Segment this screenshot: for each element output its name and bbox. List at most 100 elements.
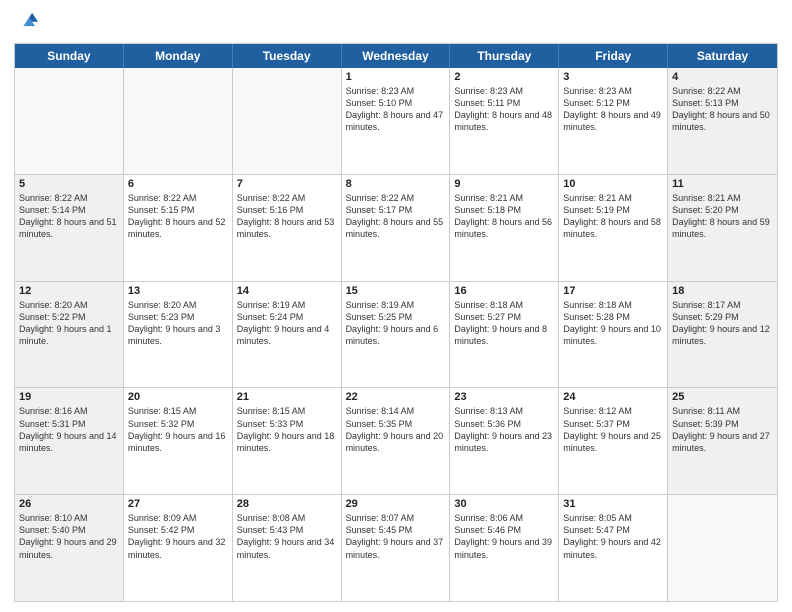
cell-text: Sunrise: 8:10 AM Sunset: 5:40 PM Dayligh… xyxy=(19,512,119,561)
calendar-row: 19 Sunrise: 8:16 AM Sunset: 5:31 PM Dayli… xyxy=(15,387,777,494)
cell-text: Sunrise: 8:21 AM Sunset: 5:19 PM Dayligh… xyxy=(563,192,663,241)
day-number: 3 xyxy=(563,71,663,83)
cell-text: Sunrise: 8:21 AM Sunset: 5:18 PM Dayligh… xyxy=(454,192,554,241)
calendar-cell: 30 Sunrise: 8:06 AM Sunset: 5:46 PM Dayli… xyxy=(450,495,559,601)
cell-text: Sunrise: 8:18 AM Sunset: 5:28 PM Dayligh… xyxy=(563,299,663,348)
cell-text: Sunrise: 8:23 AM Sunset: 5:11 PM Dayligh… xyxy=(454,85,554,134)
cell-text: Sunrise: 8:15 AM Sunset: 5:32 PM Dayligh… xyxy=(128,405,228,454)
cell-text: Sunrise: 8:21 AM Sunset: 5:20 PM Dayligh… xyxy=(672,192,773,241)
calendar-cell: 15 Sunrise: 8:19 AM Sunset: 5:25 PM Dayli… xyxy=(342,282,451,388)
calendar-cell: 21 Sunrise: 8:15 AM Sunset: 5:33 PM Dayli… xyxy=(233,388,342,494)
cell-text: Sunrise: 8:07 AM Sunset: 5:45 PM Dayligh… xyxy=(346,512,446,561)
calendar-cell: 27Sunrise: 8:09 AM Sunset: 5:42 PM Dayli… xyxy=(124,495,233,601)
cell-text: Sunrise: 8:08 AM Sunset: 5:43 PM Dayligh… xyxy=(237,512,337,561)
day-number: 12 xyxy=(19,285,119,297)
day-number: 30 xyxy=(454,498,554,510)
cell-text: Sunrise: 8:23 AM Sunset: 5:10 PM Dayligh… xyxy=(346,85,446,134)
day-number: 1 xyxy=(346,71,446,83)
cell-text: Sunrise: 8:20 AM Sunset: 5:23 PM Dayligh… xyxy=(128,299,228,348)
calendar-cell: 16Sunrise: 8:18 AM Sunset: 5:27 PM Dayli… xyxy=(450,282,559,388)
calendar-cell: 18 Sunrise: 8:17 AM Sunset: 5:29 PM Dayli… xyxy=(668,282,777,388)
logo-icon xyxy=(16,10,38,32)
calendar-cell xyxy=(668,495,777,601)
day-number: 7 xyxy=(237,178,337,190)
day-number: 23 xyxy=(454,391,554,403)
calendar-cell: 26 Sunrise: 8:10 AM Sunset: 5:40 PM Dayli… xyxy=(15,495,124,601)
day-number: 24 xyxy=(563,391,663,403)
calendar-cell: 29Sunrise: 8:07 AM Sunset: 5:45 PM Dayli… xyxy=(342,495,451,601)
day-number: 19 xyxy=(19,391,119,403)
day-number: 21 xyxy=(237,391,337,403)
calendar-cell: 13 Sunrise: 8:20 AM Sunset: 5:23 PM Dayli… xyxy=(124,282,233,388)
cell-text: Sunrise: 8:05 AM Sunset: 5:47 PM Dayligh… xyxy=(563,512,663,561)
weekday-header: Friday xyxy=(559,44,668,68)
day-number: 25 xyxy=(672,391,773,403)
cell-text: Sunrise: 8:22 AM Sunset: 5:13 PM Dayligh… xyxy=(672,85,773,134)
calendar: SundayMondayTuesdayWednesdayThursdayFrid… xyxy=(14,43,778,602)
calendar-cell: 10Sunrise: 8:21 AM Sunset: 5:19 PM Dayli… xyxy=(559,175,668,281)
day-number: 5 xyxy=(19,178,119,190)
calendar-cell: 7Sunrise: 8:22 AM Sunset: 5:16 PM Daylig… xyxy=(233,175,342,281)
cell-text: Sunrise: 8:09 AM Sunset: 5:42 PM Dayligh… xyxy=(128,512,228,561)
weekday-header: Monday xyxy=(124,44,233,68)
calendar-row: 1 Sunrise: 8:23 AM Sunset: 5:10 PM Daylig… xyxy=(15,68,777,174)
cell-text: Sunrise: 8:15 AM Sunset: 5:33 PM Dayligh… xyxy=(237,405,337,454)
calendar-cell: 25 Sunrise: 8:11 AM Sunset: 5:39 PM Dayli… xyxy=(668,388,777,494)
cell-text: Sunrise: 8:22 AM Sunset: 5:17 PM Dayligh… xyxy=(346,192,446,241)
cell-text: Sunrise: 8:06 AM Sunset: 5:46 PM Dayligh… xyxy=(454,512,554,561)
cell-text: Sunrise: 8:18 AM Sunset: 5:27 PM Dayligh… xyxy=(454,299,554,348)
day-number: 9 xyxy=(454,178,554,190)
day-number: 2 xyxy=(454,71,554,83)
cell-text: Sunrise: 8:23 AM Sunset: 5:12 PM Dayligh… xyxy=(563,85,663,134)
day-number: 6 xyxy=(128,178,228,190)
cell-text: Sunrise: 8:13 AM Sunset: 5:36 PM Dayligh… xyxy=(454,405,554,454)
cell-text: Sunrise: 8:17 AM Sunset: 5:29 PM Dayligh… xyxy=(672,299,773,348)
calendar-cell: 17 Sunrise: 8:18 AM Sunset: 5:28 PM Dayli… xyxy=(559,282,668,388)
calendar-cell: 4 Sunrise: 8:22 AM Sunset: 5:13 PM Daylig… xyxy=(668,68,777,174)
day-number: 15 xyxy=(346,285,446,297)
cell-text: Sunrise: 8:14 AM Sunset: 5:35 PM Dayligh… xyxy=(346,405,446,454)
calendar-cell: 19 Sunrise: 8:16 AM Sunset: 5:31 PM Dayli… xyxy=(15,388,124,494)
cell-text: Sunrise: 8:19 AM Sunset: 5:24 PM Dayligh… xyxy=(237,299,337,348)
weekday-header: Wednesday xyxy=(342,44,451,68)
calendar-cell: 12 Sunrise: 8:20 AM Sunset: 5:22 PM Dayli… xyxy=(15,282,124,388)
calendar-cell: 20Sunrise: 8:15 AM Sunset: 5:32 PM Dayli… xyxy=(124,388,233,494)
page: SundayMondayTuesdayWednesdayThursdayFrid… xyxy=(0,0,792,612)
calendar-cell: 8 Sunrise: 8:22 AM Sunset: 5:17 PM Daylig… xyxy=(342,175,451,281)
calendar-cell xyxy=(124,68,233,174)
cell-text: Sunrise: 8:20 AM Sunset: 5:22 PM Dayligh… xyxy=(19,299,119,348)
header xyxy=(14,10,778,37)
weekday-header: Tuesday xyxy=(233,44,342,68)
calendar-cell: 5Sunrise: 8:22 AM Sunset: 5:14 PM Daylig… xyxy=(15,175,124,281)
calendar-cell: 3 Sunrise: 8:23 AM Sunset: 5:12 PM Daylig… xyxy=(559,68,668,174)
calendar-row: 12 Sunrise: 8:20 AM Sunset: 5:22 PM Dayli… xyxy=(15,281,777,388)
weekday-header: Sunday xyxy=(15,44,124,68)
calendar-cell: 6 Sunrise: 8:22 AM Sunset: 5:15 PM Daylig… xyxy=(124,175,233,281)
cell-text: Sunrise: 8:16 AM Sunset: 5:31 PM Dayligh… xyxy=(19,405,119,454)
calendar-cell: 1 Sunrise: 8:23 AM Sunset: 5:10 PM Daylig… xyxy=(342,68,451,174)
day-number: 8 xyxy=(346,178,446,190)
calendar-cell: 31 Sunrise: 8:05 AM Sunset: 5:47 PM Dayli… xyxy=(559,495,668,601)
day-number: 28 xyxy=(237,498,337,510)
logo xyxy=(14,10,40,37)
cell-text: Sunrise: 8:12 AM Sunset: 5:37 PM Dayligh… xyxy=(563,405,663,454)
calendar-cell: 22Sunrise: 8:14 AM Sunset: 5:35 PM Dayli… xyxy=(342,388,451,494)
calendar-header: SundayMondayTuesdayWednesdayThursdayFrid… xyxy=(15,44,777,68)
day-number: 4 xyxy=(672,71,773,83)
cell-text: Sunrise: 8:19 AM Sunset: 5:25 PM Dayligh… xyxy=(346,299,446,348)
cell-text: Sunrise: 8:11 AM Sunset: 5:39 PM Dayligh… xyxy=(672,405,773,454)
day-number: 18 xyxy=(672,285,773,297)
calendar-cell: 11 Sunrise: 8:21 AM Sunset: 5:20 PM Dayli… xyxy=(668,175,777,281)
cell-text: Sunrise: 8:22 AM Sunset: 5:15 PM Dayligh… xyxy=(128,192,228,241)
day-number: 26 xyxy=(19,498,119,510)
day-number: 31 xyxy=(563,498,663,510)
calendar-cell: 9 Sunrise: 8:21 AM Sunset: 5:18 PM Daylig… xyxy=(450,175,559,281)
day-number: 11 xyxy=(672,178,773,190)
calendar-cell: 2 Sunrise: 8:23 AM Sunset: 5:11 PM Daylig… xyxy=(450,68,559,174)
weekday-header: Saturday xyxy=(668,44,777,68)
day-number: 17 xyxy=(563,285,663,297)
day-number: 13 xyxy=(128,285,228,297)
weekday-header: Thursday xyxy=(450,44,559,68)
calendar-cell: 23 Sunrise: 8:13 AM Sunset: 5:36 PM Dayli… xyxy=(450,388,559,494)
calendar-cell: 24 Sunrise: 8:12 AM Sunset: 5:37 PM Dayli… xyxy=(559,388,668,494)
